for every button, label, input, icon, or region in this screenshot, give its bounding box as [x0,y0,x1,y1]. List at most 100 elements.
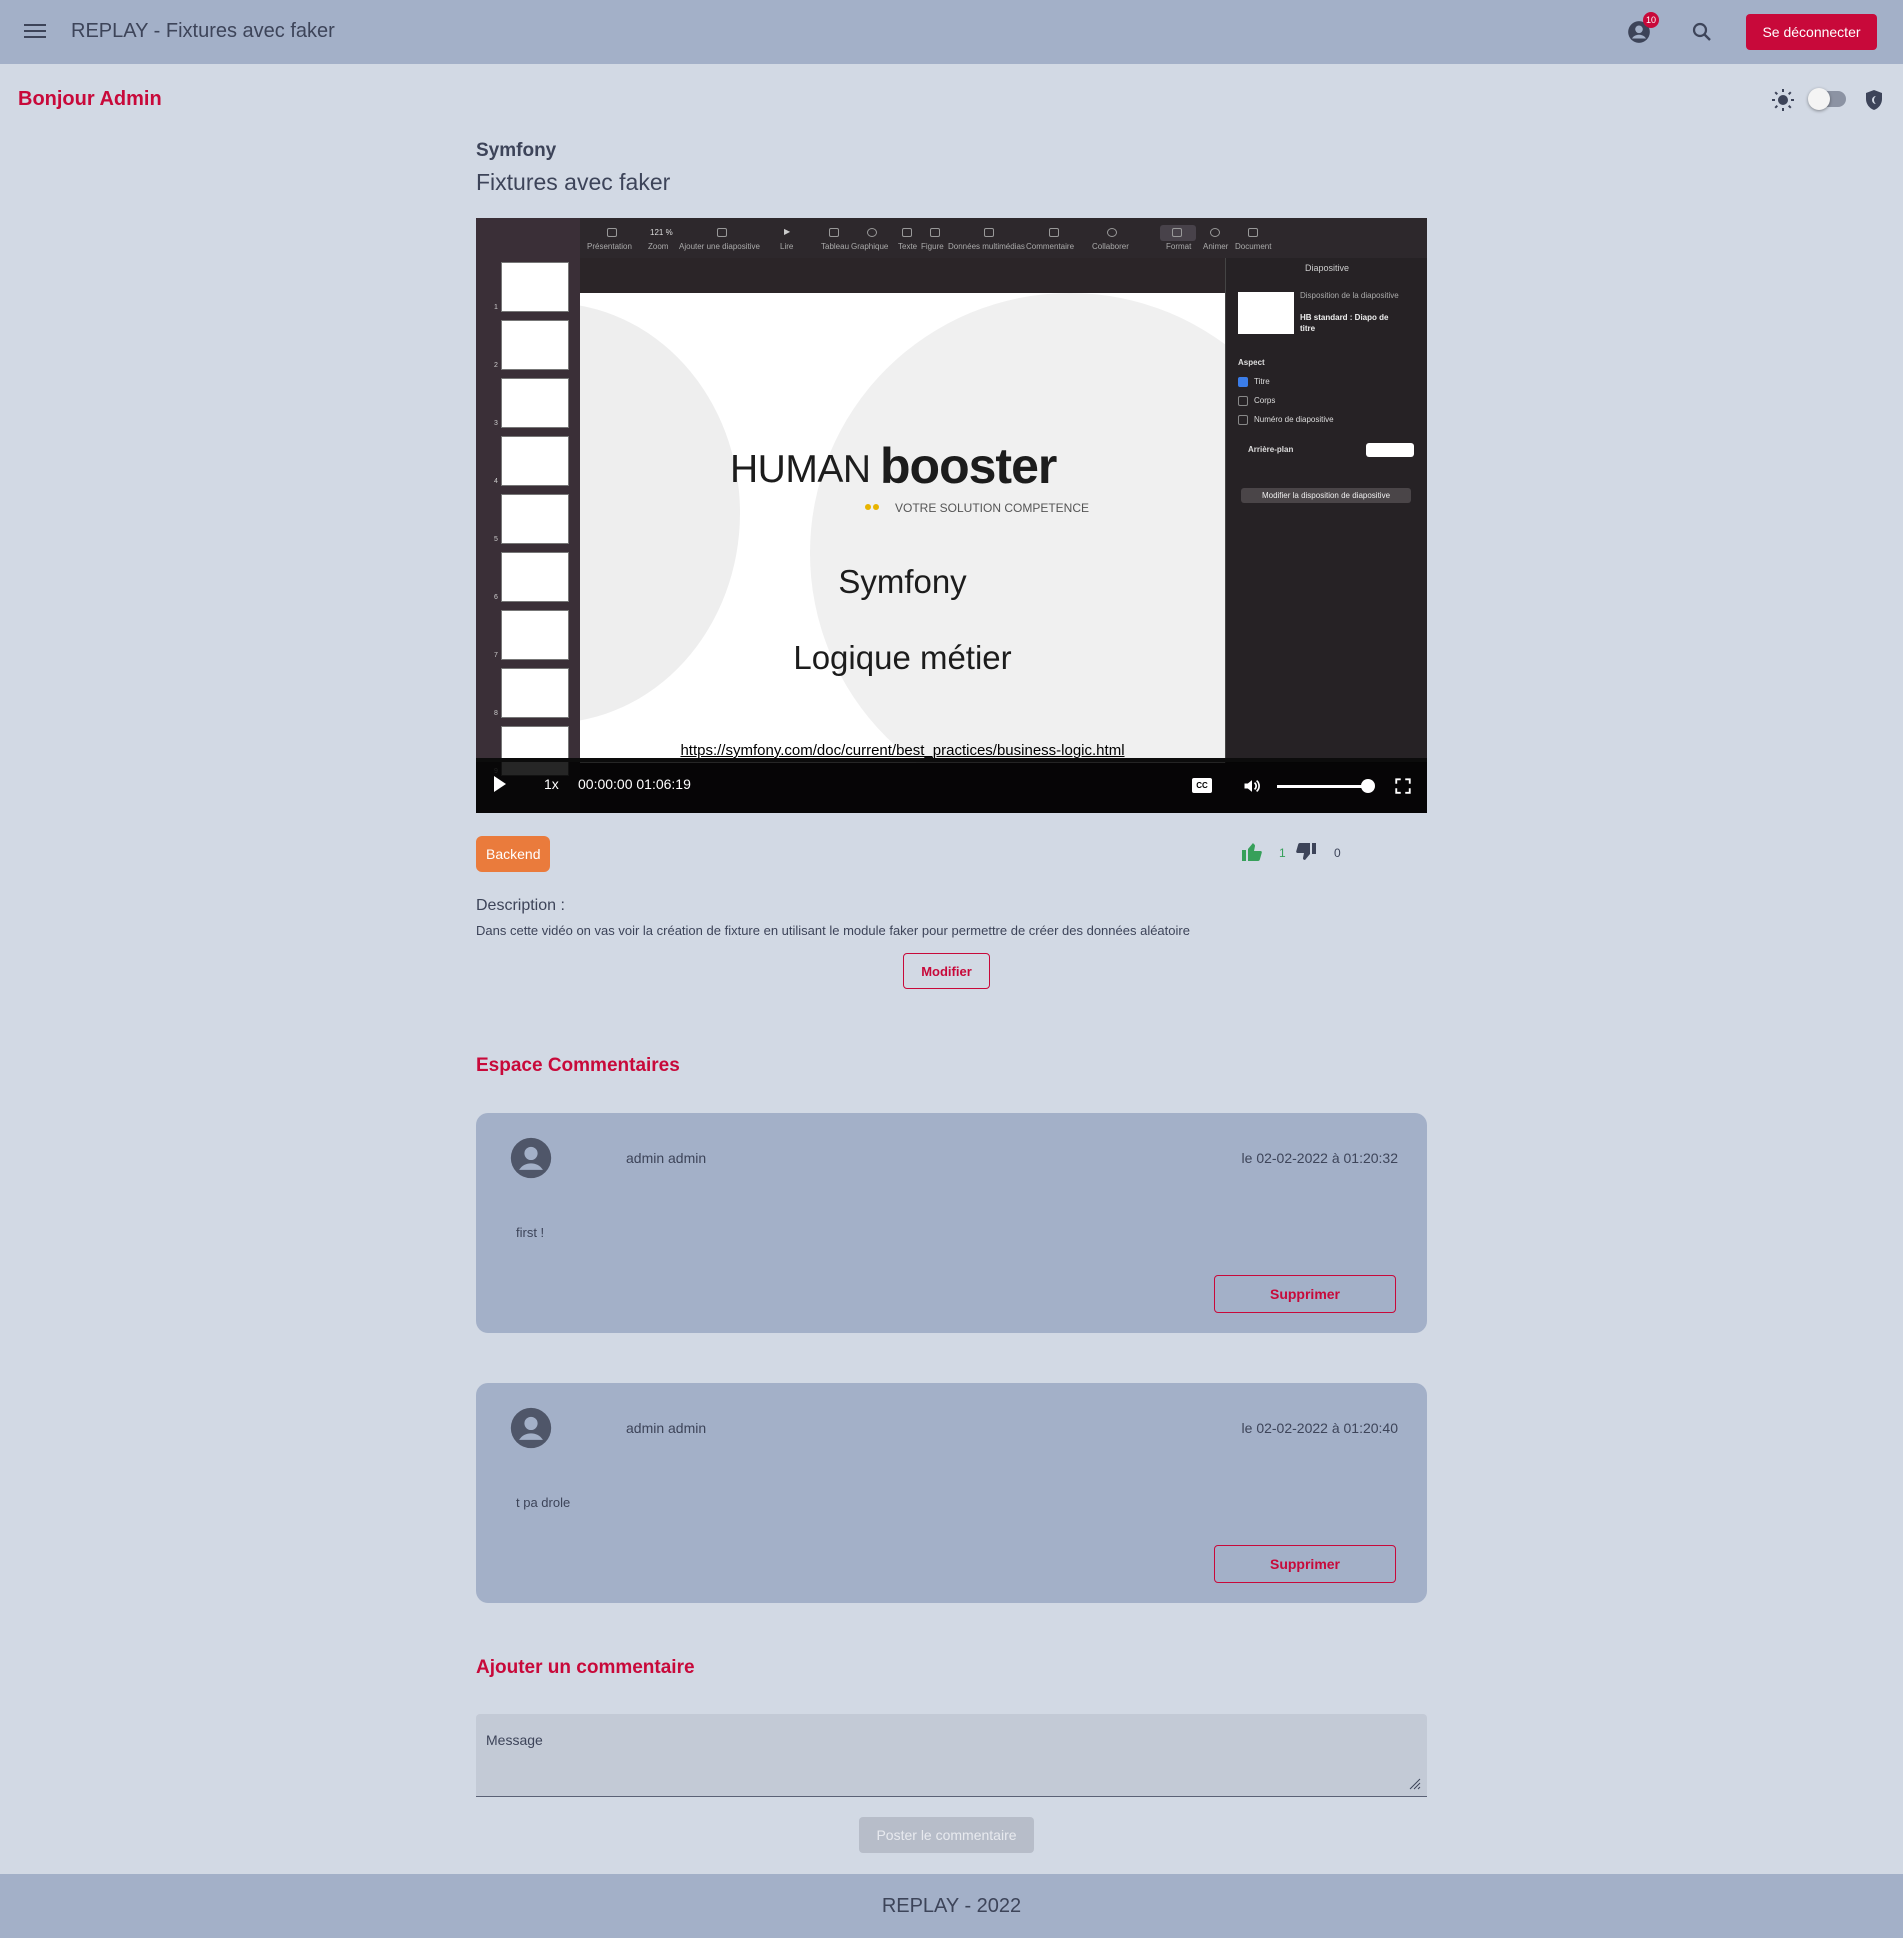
menu-icon[interactable] [22,20,48,44]
format-icon [1172,228,1182,237]
shape-icon [930,228,940,237]
edit-video-button[interactable]: Modifier [903,953,990,989]
slide-thumbnail [501,262,569,312]
resize-handle-icon[interactable] [1409,1778,1421,1790]
comment-card: admin admin le 02-02-2022 à 01:20:40 t p… [476,1383,1427,1603]
slide-thumbnail [501,610,569,660]
comment-message: t pa drole [516,1495,571,1510]
toolbar-item: Animer [1203,242,1229,251]
logo-text-human: HUMAN [730,448,871,491]
notification-badge: 10 [1643,12,1660,28]
category-tag[interactable]: Backend [476,836,551,872]
video-category: Symfony [476,140,557,161]
description-text: Dans cette vidéo on vas voir la création… [476,923,1190,938]
dislike-count: 0 [1334,846,1341,860]
greeting: Bonjour Admin [18,88,162,110]
slide-subheading: Logique métier [793,639,1012,676]
animate-icon [1210,228,1220,237]
slide-thumbnails: 1 2 3 4 5 6 7 8 9 [476,218,580,813]
layout-value: HB standard : Diapo de titre [1300,313,1389,333]
shield-moon-icon [1866,90,1882,110]
comment-date: le 02-02-2022 à 01:20:40 [1241,1420,1398,1436]
layout-label: Disposition de la diapositive [1300,291,1399,300]
volume-slider[interactable] [1277,785,1373,788]
comment-icon [1049,228,1059,237]
playback-speed[interactable]: 1x [544,776,559,792]
toolbar-item: Lire [780,242,794,251]
footer: REPLAY - 2022 [0,1874,1903,1938]
toolbar-item: Données multimédias [948,242,1025,251]
layout-thumbnail [1238,292,1294,334]
comment-author: admin admin [626,1420,707,1436]
video-player[interactable]: 1 2 3 4 5 6 7 8 9 Présentation 121 % Zoo… [476,218,1427,813]
logo-text-booster: booster [880,438,1057,494]
toolbar-item: Document [1235,242,1272,251]
slide-thumbnail [501,320,569,370]
body-checkbox [1238,396,1248,406]
delete-comment-button[interactable]: Supprimer [1214,1275,1396,1313]
keynote-toolbar: Présentation 121 % Zoom Ajouter une diap… [580,218,1427,258]
slide-number: 4 [494,478,498,485]
thumb-down-icon[interactable] [1294,840,1318,864]
title-checkbox [1238,377,1248,387]
slide-number: 7 [494,652,498,659]
slide-thumbnail [501,378,569,428]
format-panel: Diapositive Disposition de la diapositiv… [1225,258,1427,763]
slide-number: 1 [494,304,498,311]
play-icon: ▶ [784,227,791,236]
slide-thumbnail [501,436,569,486]
toolbar-item: Texte [898,242,918,251]
toolbar-item: Figure [921,242,944,251]
description-label: Description : [476,897,565,914]
slide-number: 3 [494,420,498,427]
video-controls: 1x 00:00:00 01:06:19 CC [476,758,1427,813]
checkbox-label: Numéro de diapositive [1254,415,1334,424]
like-count: 1 [1279,846,1286,860]
media-icon [984,228,994,237]
app-title: REPLAY - Fixtures avec faker [71,20,335,42]
aspect-label: Aspect [1238,358,1265,367]
slide-canvas: HUMAN booster VOTRE SOLUTION COMPETENCE … [580,293,1225,763]
search-icon[interactable] [1690,20,1714,44]
toolbar-item: Présentation [587,242,632,251]
delete-comment-button[interactable]: Supprimer [1214,1545,1396,1583]
panel-header: Diapositive [1304,263,1350,273]
slide-decoration [810,293,1225,763]
toolbar-item: Zoom [648,242,669,251]
theme-toggle[interactable] [1808,88,1846,110]
slide-heading: Symfony [838,563,967,600]
toolbar-item: Graphique [851,242,889,251]
volume-icon[interactable] [1241,776,1263,796]
zoom-value: 121 % [650,228,673,237]
captions-icon[interactable]: CC [1192,778,1212,793]
toggle-knob[interactable] [1808,88,1830,110]
edit-layout-button: Modifier la disposition de diapositive [1241,488,1411,503]
checkbox-label: Corps [1254,396,1276,405]
avatar-icon [510,1137,552,1179]
background-swatch [1366,443,1414,457]
presentation-icon [607,228,617,237]
sun-icon [1772,89,1794,111]
fullscreen-icon[interactable] [1394,777,1412,795]
volume-slider-handle[interactable] [1361,779,1375,793]
slide-number: 8 [494,710,498,717]
slide-number-checkbox [1238,415,1248,425]
chart-icon [867,228,877,237]
collaborate-icon [1107,228,1117,237]
logout-button[interactable]: Se déconnecter [1746,14,1877,50]
thumb-up-icon[interactable] [1240,840,1264,864]
slide-number: 5 [494,536,498,543]
add-comment-title: Ajouter un commentaire [476,1657,695,1678]
message-input[interactable] [476,1714,1427,1796]
comment-card: admin admin le 02-02-2022 à 01:20:32 fir… [476,1113,1427,1333]
comment-message: first ! [516,1225,545,1240]
message-field[interactable] [476,1714,1427,1797]
toolbar-item: Collaborer [1092,242,1129,251]
play-icon[interactable] [494,776,506,792]
post-comment-button[interactable]: Poster le commentaire [859,1817,1034,1853]
text-icon [902,228,912,237]
avatar-icon [510,1407,552,1449]
slide-number: 2 [494,362,498,369]
time-display: 00:00:00 01:06:19 [578,776,691,792]
slide-number: 6 [494,594,498,601]
